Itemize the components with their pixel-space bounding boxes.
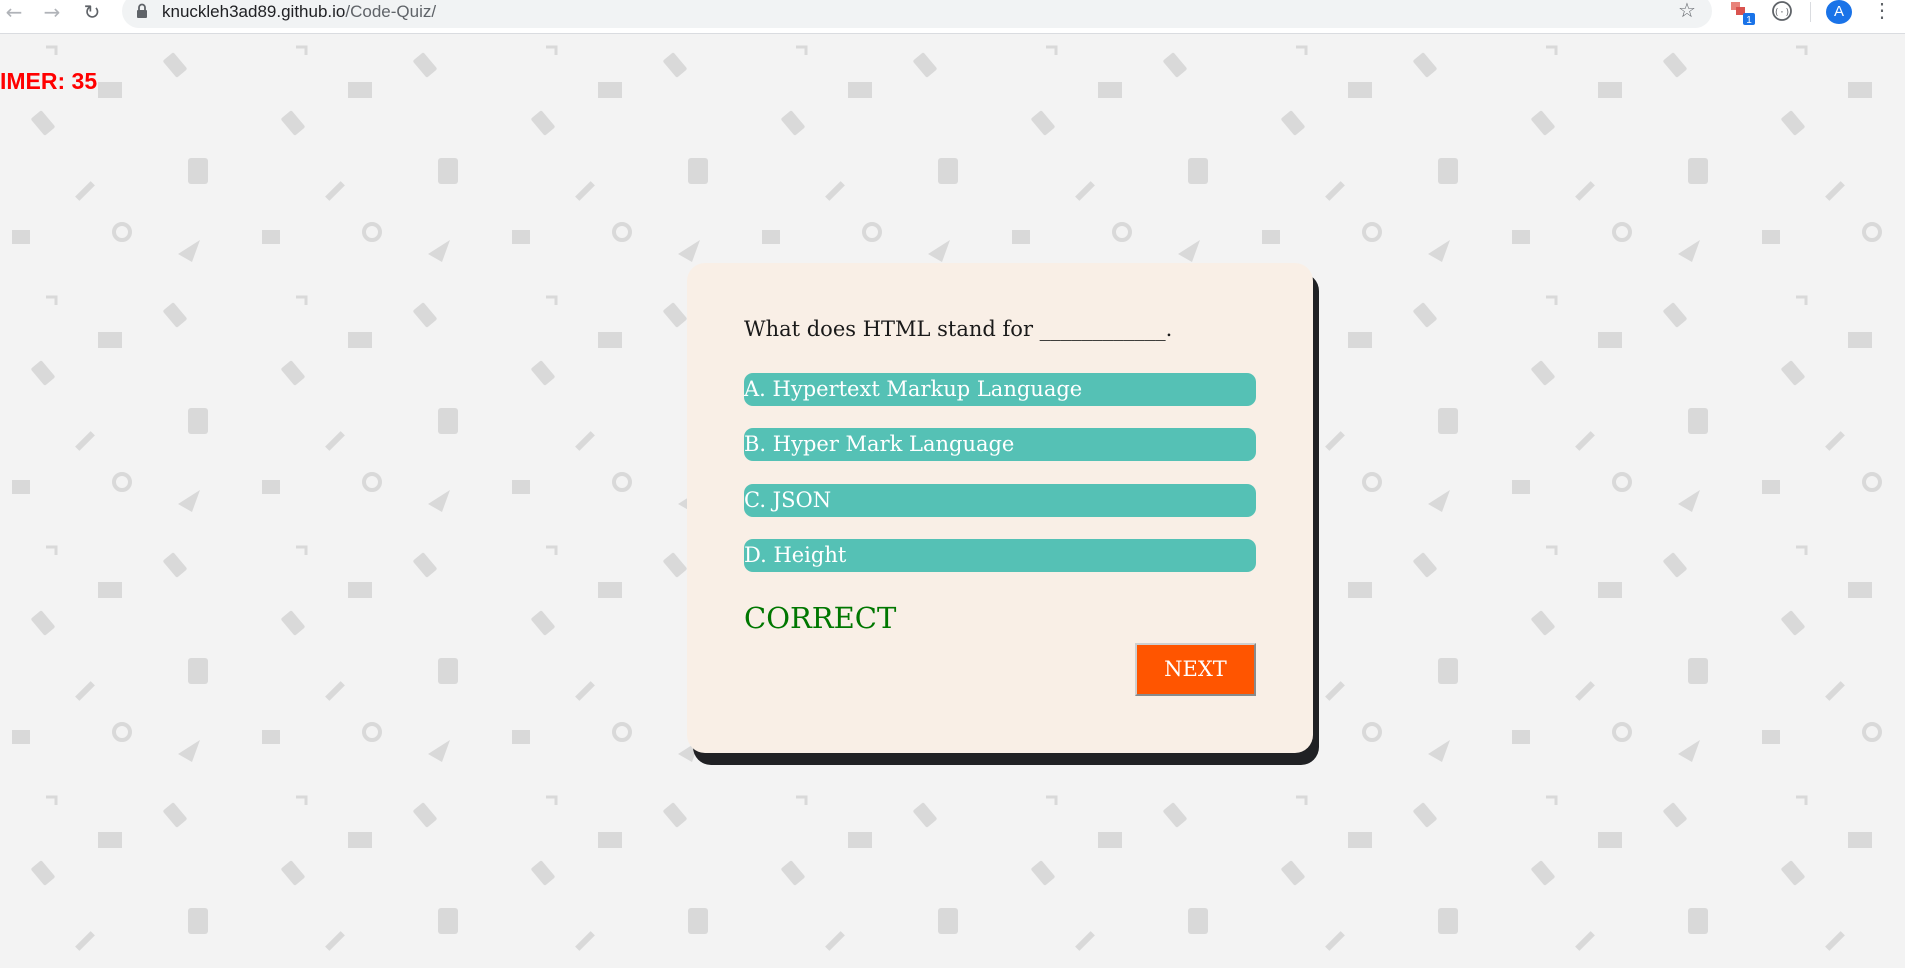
answer-option-b[interactable]: B. Hyper Mark Language	[744, 428, 1256, 461]
timer-display: IMER: 35	[0, 68, 98, 94]
answer-option-d[interactable]: D. Height	[744, 539, 1256, 572]
url-host: knuckleh3ad89.github.io	[162, 2, 346, 21]
next-button[interactable]: NEXT	[1135, 643, 1256, 696]
extension-code-icon[interactable]: (·)	[1770, 0, 1794, 22]
forward-arrow-icon[interactable]: →	[40, 0, 64, 24]
profile-avatar[interactable]: A	[1826, 0, 1852, 24]
url-path: /Code-Quiz/	[345, 2, 437, 21]
url-text[interactable]: knuckleh3ad89.github.io/Code-Quiz/	[162, 0, 436, 24]
lock-icon	[137, 3, 147, 18]
bookmark-star-icon[interactable]: ☆	[1678, 0, 1696, 22]
answer-option-a[interactable]: A. Hypertext Markup Language	[744, 373, 1256, 406]
back-arrow-icon[interactable]: ←	[2, 0, 26, 24]
question-text: What does HTML stand for ____________.	[744, 317, 1173, 341]
extension-badge: 1	[1746, 15, 1752, 26]
kebab-menu-icon[interactable]: ⋮	[1872, 0, 1892, 22]
reload-icon[interactable]: ↻	[80, 0, 104, 24]
answer-option-c[interactable]: C. JSON	[744, 484, 1256, 517]
svg-text:(·): (·)	[1774, 8, 1790, 18]
extension-icon[interactable]: 1	[1730, 0, 1756, 28]
browser-toolbar: ← → ↻ knuckleh3ad89.github.io/Code-Quiz/…	[0, 0, 1905, 34]
answer-feedback: CORRECT	[744, 601, 897, 635]
toolbar-divider	[1810, 2, 1811, 22]
